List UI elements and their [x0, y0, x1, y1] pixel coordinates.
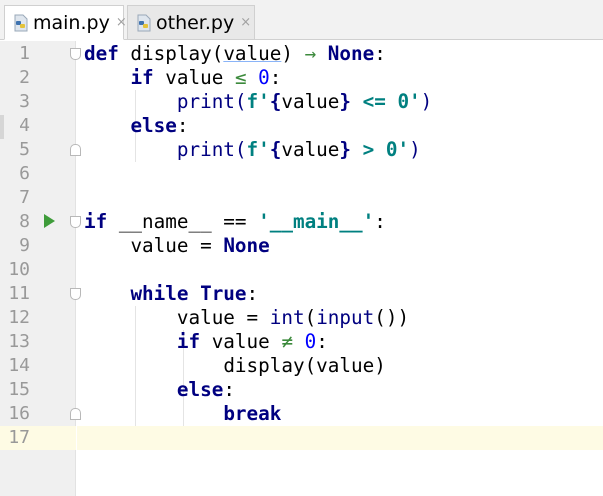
line-number: 9 [19, 235, 30, 256]
code-line[interactable]: 11 while True: [0, 282, 603, 306]
tab-label: other.py [156, 11, 235, 34]
code-line[interactable]: 8 if __name__ == '__main__': [0, 210, 603, 234]
code-text: else: [130, 114, 189, 137]
code-text: else: [176, 378, 235, 401]
code-text: def display(value) → None: [84, 42, 386, 65]
code-line[interactable]: 10 [0, 258, 603, 282]
code-text: value = None [130, 234, 270, 257]
code-line[interactable]: 3 print(f'{value} <= 0') [0, 90, 603, 114]
line-number: 13 [8, 331, 30, 352]
code-editor[interactable]: 1 def display(value) → None: 2 if value … [0, 42, 603, 496]
tab-other-py[interactable]: other.py × [127, 5, 255, 40]
tab-label: main.py [33, 11, 110, 34]
code-text: if value ≠ 0: [176, 330, 328, 353]
current-code-line[interactable]: 17 [0, 426, 603, 450]
code-line[interactable]: 14 display(value) [0, 354, 603, 378]
fold-icon[interactable] [70, 288, 81, 300]
code-line[interactable]: 2 if value ≤ 0: [0, 66, 603, 90]
line-number: 7 [19, 187, 30, 208]
fold-icon[interactable] [70, 408, 81, 420]
code-text: while True: [130, 282, 259, 305]
line-number: 16 [8, 403, 30, 424]
python-file-icon [137, 14, 151, 31]
code-line[interactable]: 16 break [0, 402, 603, 426]
code-text: if __name__ == '__main__': [84, 210, 386, 233]
close-icon[interactable]: × [240, 15, 251, 30]
python-file-icon [14, 14, 28, 31]
current-line-highlight [77, 426, 603, 450]
code-text: break [223, 402, 282, 425]
code-line[interactable]: 1 def display(value) → None: [0, 42, 603, 66]
code-line[interactable]: 4 else: [0, 114, 603, 138]
code-text: display(value) [223, 354, 386, 377]
code-text: if value ≤ 0: [130, 66, 282, 89]
tab-main-py[interactable]: main.py × [4, 5, 127, 40]
close-icon[interactable]: × [116, 15, 127, 30]
code-line[interactable]: 5 print(f'{value} > 0') [0, 138, 603, 162]
run-icon[interactable] [44, 214, 55, 228]
line-number: 10 [8, 259, 30, 280]
line-number: 14 [8, 355, 30, 376]
code-line[interactable]: 9 value = None [0, 234, 603, 258]
line-number: 4 [19, 115, 30, 136]
code-line[interactable]: 15 else: [0, 378, 603, 402]
line-number: 1 [19, 43, 30, 64]
line-number: 3 [19, 91, 30, 112]
code-text: value = int(input()) [176, 306, 410, 329]
line-number: 17 [8, 427, 30, 448]
line-number: 5 [19, 139, 30, 160]
code-text: print(f'{value} > 0') [176, 138, 421, 161]
code-line[interactable]: 6 [0, 162, 603, 186]
line-number: 12 [8, 307, 30, 328]
editor-tab-bar: main.py × other.py × [0, 0, 603, 40]
line-number: 2 [19, 67, 30, 88]
line-number: 8 [19, 211, 30, 232]
fold-icon[interactable] [70, 48, 81, 60]
line-number: 11 [8, 283, 30, 304]
line-number: 15 [8, 379, 30, 400]
code-line[interactable]: 12 value = int(input()) [0, 306, 603, 330]
code-text: print(f'{value} <= 0') [176, 90, 433, 113]
fold-icon[interactable] [70, 144, 81, 156]
code-line[interactable]: 13 if value ≠ 0: [0, 330, 603, 354]
code-line[interactable]: 7 [0, 186, 603, 210]
fold-icon[interactable] [70, 216, 81, 228]
line-number: 6 [19, 163, 30, 184]
